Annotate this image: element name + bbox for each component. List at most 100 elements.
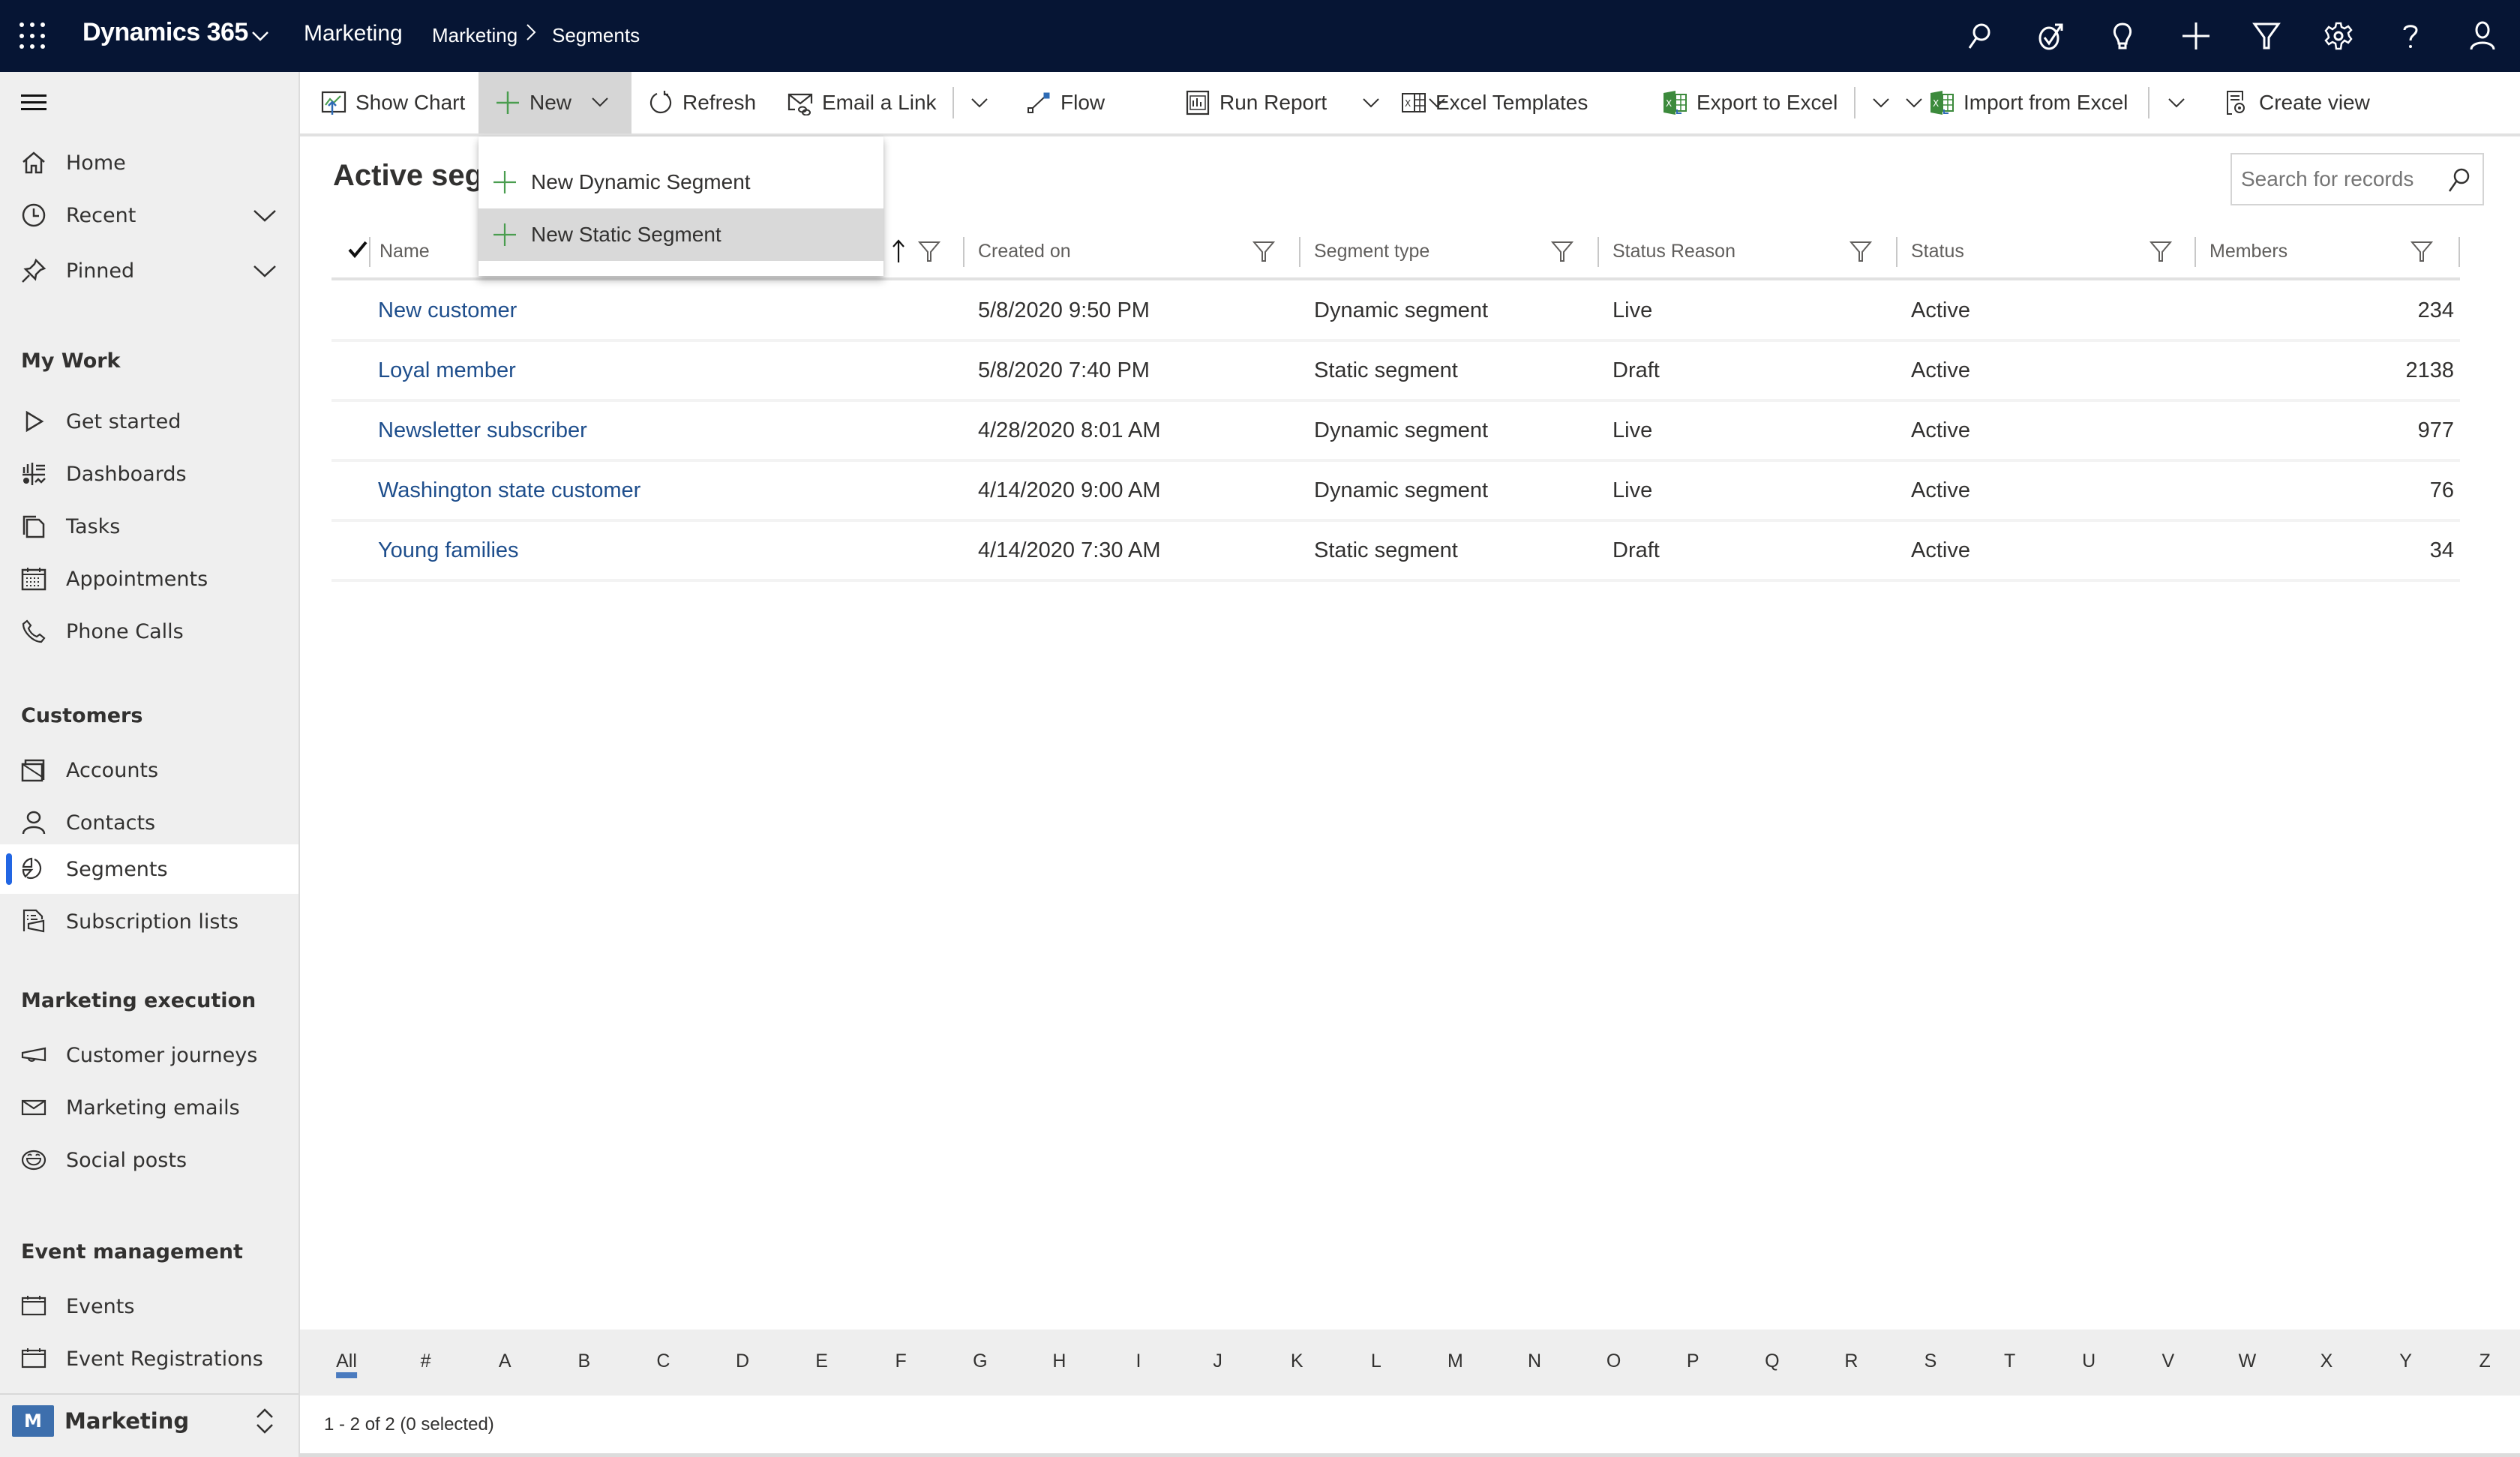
- column-header-status-reason[interactable]: Status Reason: [1612, 225, 1736, 277]
- refresh-button[interactable]: Refresh: [648, 72, 756, 133]
- table-row[interactable]: Loyal member 5/8/2020 7:40 PM Static seg…: [332, 342, 2460, 402]
- jump-letter-f[interactable]: F: [896, 1351, 907, 1372]
- filter-icon[interactable]: [1252, 240, 1275, 262]
- sidebar-item-home[interactable]: Home: [0, 138, 298, 187]
- breadcrumb-marketing[interactable]: Marketing: [432, 24, 518, 47]
- excel-templates-chevron-icon[interactable]: [1898, 72, 1930, 133]
- flow-button[interactable]: Flow: [1026, 72, 1105, 133]
- segment-name-link[interactable]: New customer: [378, 282, 517, 339]
- create-view-button[interactable]: Create view: [2224, 72, 2370, 133]
- jump-letter-y[interactable]: Y: [2399, 1351, 2412, 1372]
- jump-letter-z[interactable]: Z: [2480, 1351, 2491, 1372]
- filter-icon[interactable]: [2410, 240, 2433, 262]
- sidebar-item-contacts[interactable]: Contacts: [0, 798, 298, 847]
- jump-letter-a[interactable]: A: [499, 1351, 512, 1372]
- jump-letter-r[interactable]: R: [1844, 1351, 1858, 1372]
- hamburger-menu-icon[interactable]: [21, 94, 46, 111]
- chevron-down-icon[interactable]: [252, 207, 278, 223]
- jump-letter-g[interactable]: G: [973, 1351, 987, 1372]
- jump-letter-c[interactable]: C: [656, 1351, 670, 1372]
- sidebar-item-segments[interactable]: Segments: [0, 844, 298, 894]
- jump-letter-h[interactable]: H: [1052, 1351, 1066, 1372]
- area-switcher[interactable]: M Marketing: [0, 1393, 298, 1457]
- sidebar-item-pinned[interactable]: Pinned: [0, 246, 298, 295]
- add-icon[interactable]: [2178, 16, 2214, 55]
- jump-letter-b[interactable]: B: [578, 1351, 590, 1372]
- jump-letter-j[interactable]: J: [1213, 1351, 1222, 1372]
- segment-name-link[interactable]: Newsletter subscriber: [378, 402, 587, 459]
- menu-item-new-dynamic-segment[interactable]: New Dynamic Segment: [478, 156, 884, 208]
- app-launcher-icon[interactable]: [20, 22, 46, 49]
- sidebar-item-tasks[interactable]: Tasks: [0, 502, 298, 551]
- jump-letter-w[interactable]: W: [2239, 1351, 2257, 1372]
- sidebar-item-appointments[interactable]: Appointments: [0, 554, 298, 604]
- sidebar-item-recent[interactable]: Recent: [0, 190, 298, 240]
- import-excel-chevron-icon[interactable]: [2160, 72, 2193, 133]
- column-header-status[interactable]: Status: [1911, 225, 1964, 277]
- jump-letter-o[interactable]: O: [1606, 1351, 1621, 1372]
- filter-icon[interactable]: [1850, 240, 1872, 262]
- jump-letter-m[interactable]: M: [1448, 1351, 1463, 1372]
- search-icon[interactable]: [1960, 16, 1996, 55]
- filter-icon[interactable]: [2248, 16, 2284, 55]
- column-header-created-on[interactable]: Created on: [978, 225, 1071, 277]
- settings-icon[interactable]: [2320, 16, 2356, 55]
- jump-letter-i[interactable]: I: [1136, 1351, 1142, 1372]
- email-link-button[interactable]: Email a Link: [788, 72, 937, 133]
- table-row[interactable]: New customer 5/8/2020 9:50 PM Dynamic se…: [332, 282, 2460, 342]
- jump-letter-all[interactable]: All: [336, 1351, 357, 1378]
- new-button[interactable]: New: [478, 72, 632, 133]
- sidebar-item-marketing-emails[interactable]: Marketing emails: [0, 1083, 298, 1132]
- jump-letter-u[interactable]: U: [2082, 1351, 2096, 1372]
- help-icon[interactable]: [2392, 16, 2428, 55]
- sidebar-item-accounts[interactable]: Accounts: [0, 745, 298, 795]
- jump-letter-x[interactable]: X: [2320, 1351, 2333, 1372]
- filter-icon[interactable]: [1551, 240, 1574, 262]
- jump-letter-d[interactable]: D: [736, 1351, 749, 1372]
- segment-name-link[interactable]: Young families: [378, 522, 519, 579]
- column-header-segment-type[interactable]: Segment type: [1314, 225, 1430, 277]
- menu-item-new-static-segment[interactable]: New Static Segment: [478, 208, 884, 261]
- jump-letter-v[interactable]: V: [2162, 1351, 2174, 1372]
- table-row[interactable]: Washington state customer 4/14/2020 9:00…: [332, 462, 2460, 522]
- sidebar-item-events[interactable]: Events: [0, 1282, 298, 1331]
- sort-ascending-icon[interactable]: [891, 238, 906, 264]
- filter-icon[interactable]: [918, 240, 940, 262]
- column-header-name[interactable]: Name: [380, 225, 430, 277]
- column-header-members[interactable]: Members: [2210, 225, 2288, 277]
- jump-letter-e[interactable]: E: [815, 1351, 828, 1372]
- chevron-down-icon[interactable]: [591, 96, 609, 108]
- jump-letter-k[interactable]: K: [1291, 1351, 1304, 1372]
- user-icon[interactable]: [2464, 16, 2500, 55]
- run-report-button[interactable]: Run Report: [1185, 72, 1327, 133]
- jump-letter-s[interactable]: S: [1924, 1351, 1937, 1372]
- segment-name-link[interactable]: Washington state customer: [378, 462, 640, 519]
- lightbulb-icon[interactable]: [2104, 16, 2140, 55]
- sidebar-item-event-registrations[interactable]: Event Registrations: [0, 1334, 298, 1384]
- select-all-checkmark-icon[interactable]: [346, 238, 369, 261]
- sidebar-item-subscription-lists[interactable]: Subscription lists: [0, 897, 298, 946]
- show-chart-button[interactable]: Show Chart: [316, 72, 470, 133]
- filter-icon[interactable]: [2150, 240, 2172, 262]
- export-excel-chevron-icon[interactable]: [1864, 72, 1898, 133]
- chevron-down-icon[interactable]: [250, 27, 270, 43]
- search-icon[interactable]: [2445, 166, 2472, 193]
- jump-letter-hash[interactable]: #: [421, 1351, 431, 1372]
- import-from-excel-button[interactable]: X Import from Excel: [1929, 72, 2128, 133]
- sidebar-item-phone-calls[interactable]: Phone Calls: [0, 607, 298, 656]
- jump-letter-p[interactable]: P: [1687, 1351, 1700, 1372]
- table-row[interactable]: Newsletter subscriber 4/28/2020 8:01 AM …: [332, 402, 2460, 462]
- table-row[interactable]: Young families 4/14/2020 7:30 AM Static …: [332, 522, 2460, 582]
- app-name[interactable]: Dynamics 365: [82, 18, 248, 47]
- jump-letter-n[interactable]: N: [1528, 1351, 1541, 1372]
- run-report-chevron-icon[interactable]: [1354, 72, 1388, 133]
- search-input[interactable]: [2241, 162, 2436, 196]
- more-email-options-chevron-icon[interactable]: [963, 72, 996, 133]
- jump-letter-l[interactable]: L: [1371, 1351, 1382, 1372]
- segment-name-link[interactable]: Loyal member: [378, 342, 516, 399]
- export-to-excel-button[interactable]: X Export to Excel: [1662, 72, 1838, 133]
- sidebar-item-get-started[interactable]: Get started: [0, 397, 298, 446]
- jump-letter-t[interactable]: T: [2004, 1351, 2015, 1372]
- excel-templates-button[interactable]: X Excel Templates: [1401, 72, 1588, 133]
- sidebar-item-social-posts[interactable]: Social posts: [0, 1135, 298, 1185]
